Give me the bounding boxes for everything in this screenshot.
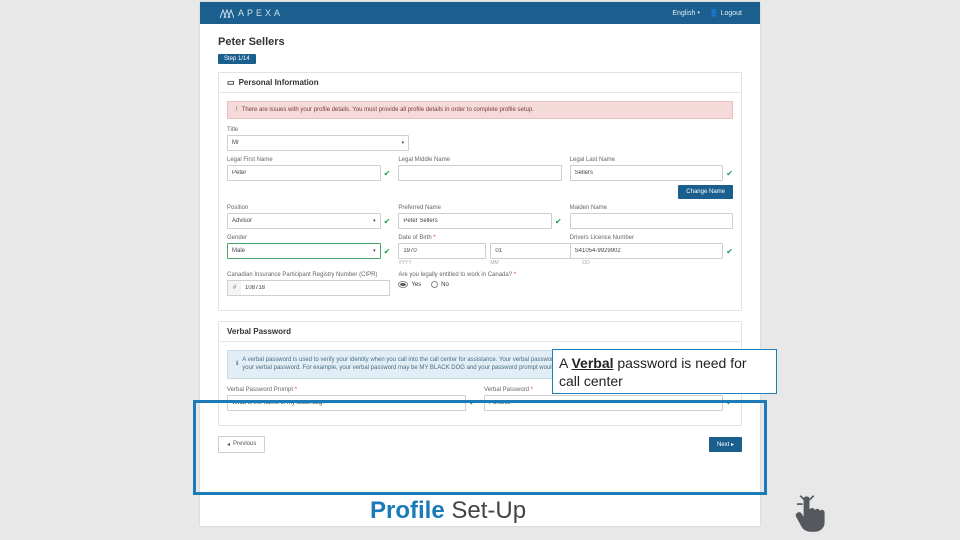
legal-radio-group: Yes No bbox=[398, 281, 561, 288]
chevron-down-icon: ▾ bbox=[697, 10, 700, 16]
verbal-prompt-input[interactable] bbox=[227, 395, 466, 411]
gender-label: Gender bbox=[227, 235, 390, 241]
position-select[interactable]: Advisor ▾ bbox=[227, 213, 381, 229]
middle-name-input[interactable] bbox=[398, 165, 561, 181]
pointer-cursor-icon bbox=[795, 494, 829, 536]
verbal-password-input[interactable] bbox=[484, 395, 723, 411]
maiden-name-input[interactable] bbox=[570, 213, 733, 229]
first-name-input[interactable] bbox=[227, 165, 381, 181]
slide-title-rest: Set-Up bbox=[445, 497, 526, 524]
legal-yes-option[interactable]: Yes bbox=[398, 281, 421, 288]
page-title: Peter Sellers bbox=[218, 36, 742, 48]
gender-value: Male bbox=[232, 248, 245, 254]
preferred-name-input[interactable] bbox=[398, 213, 552, 229]
top-bar: APEXA English ▾ 👤 Logout bbox=[200, 2, 760, 24]
check-icon: ✔ bbox=[726, 398, 733, 407]
warn-icon: ! bbox=[236, 107, 238, 113]
slide-title: Profile Set-Up bbox=[370, 497, 526, 525]
title-label: Title bbox=[227, 127, 409, 133]
info-icon: ℹ bbox=[236, 360, 238, 368]
logo-icon bbox=[218, 7, 234, 19]
chevron-down-icon: ▾ bbox=[373, 248, 376, 254]
title-select[interactable]: Mr ▾ bbox=[227, 135, 409, 151]
maiden-name-label: Maiden Name bbox=[570, 205, 733, 211]
radio-icon bbox=[398, 281, 408, 288]
legal-question-label: Are you legally entitled to work in Cana… bbox=[398, 272, 561, 278]
logout-link[interactable]: 👤 Logout bbox=[710, 9, 742, 17]
verbal-callout: A Verbal password is need for call cente… bbox=[552, 349, 777, 394]
check-icon: ✔ bbox=[726, 247, 733, 256]
gender-select[interactable]: Male ▾ bbox=[227, 243, 381, 259]
first-name-label: Legal First Name bbox=[227, 157, 390, 163]
personal-info-header: ▭ Personal Information bbox=[219, 73, 741, 93]
previous-label: Previous bbox=[233, 441, 256, 447]
dob-label: Date of Birth * bbox=[398, 235, 561, 241]
verbal-prompt-label: Verbal Password Prompt * bbox=[227, 387, 476, 393]
chevron-down-icon: ▾ bbox=[402, 140, 405, 146]
check-icon: ✔ bbox=[469, 398, 476, 407]
chevron-down-icon: ▾ bbox=[373, 218, 376, 224]
change-name-button[interactable]: Change Name bbox=[678, 185, 733, 199]
title-value: Mr bbox=[232, 140, 239, 146]
cipr-input[interactable] bbox=[241, 280, 390, 296]
personal-info-panel: ▭ Personal Information ! There are issue… bbox=[218, 72, 742, 311]
personal-info-title: Personal Information bbox=[239, 78, 319, 87]
previous-button[interactable]: ◂ Previous bbox=[218, 436, 265, 453]
last-name-label: Legal Last Name bbox=[570, 157, 733, 163]
person-icon: 👤 bbox=[710, 9, 719, 17]
check-icon: ✔ bbox=[384, 217, 391, 226]
dob-month-input[interactable] bbox=[490, 243, 578, 259]
error-text: There are issues with your profile detai… bbox=[242, 107, 534, 113]
language-label: English bbox=[672, 10, 695, 17]
card-icon: ▭ bbox=[227, 78, 235, 87]
footer-row: ◂ Previous Next ▸ bbox=[218, 436, 742, 453]
position-value: Advisor bbox=[232, 218, 252, 224]
check-icon: ✔ bbox=[384, 169, 391, 178]
next-label: Next bbox=[717, 442, 729, 448]
cipr-label: Canadian Insurance Participant Registry … bbox=[227, 272, 390, 278]
logout-label: Logout bbox=[721, 10, 742, 17]
arrow-left-icon: ◂ bbox=[227, 441, 230, 448]
brand-logo: APEXA bbox=[218, 7, 283, 19]
last-name-input[interactable] bbox=[570, 165, 724, 181]
language-dropdown[interactable]: English ▾ bbox=[672, 9, 699, 17]
preferred-name-label: Preferred Name bbox=[398, 205, 561, 211]
step-badge: Step 1/14 bbox=[218, 54, 256, 64]
error-alert: ! There are issues with your profile det… bbox=[227, 101, 733, 119]
slide-title-bold: Profile bbox=[370, 497, 445, 524]
position-label: Position bbox=[227, 205, 390, 211]
cipr-prefix: # bbox=[227, 280, 241, 296]
app-window: APEXA English ▾ 👤 Logout Peter Sellers S… bbox=[200, 2, 760, 526]
check-icon: ✔ bbox=[384, 247, 391, 256]
check-icon: ✔ bbox=[726, 169, 733, 178]
arrow-right-icon: ▸ bbox=[731, 442, 734, 448]
dln-input[interactable] bbox=[570, 243, 724, 259]
legal-no-option[interactable]: No bbox=[431, 281, 449, 288]
radio-icon bbox=[431, 281, 438, 288]
next-button[interactable]: Next ▸ bbox=[709, 437, 742, 452]
verbal-header: Verbal Password bbox=[219, 322, 741, 342]
top-right-links: English ▾ 👤 Logout bbox=[672, 9, 742, 17]
check-icon: ✔ bbox=[555, 217, 562, 226]
dln-label: Drivers Licence Number bbox=[570, 235, 733, 241]
brand-text: APEXA bbox=[238, 8, 283, 18]
dob-year-input[interactable] bbox=[398, 243, 486, 259]
callout-bold: Verbal bbox=[571, 355, 613, 371]
middle-name-label: Legal Middle Name bbox=[398, 157, 561, 163]
